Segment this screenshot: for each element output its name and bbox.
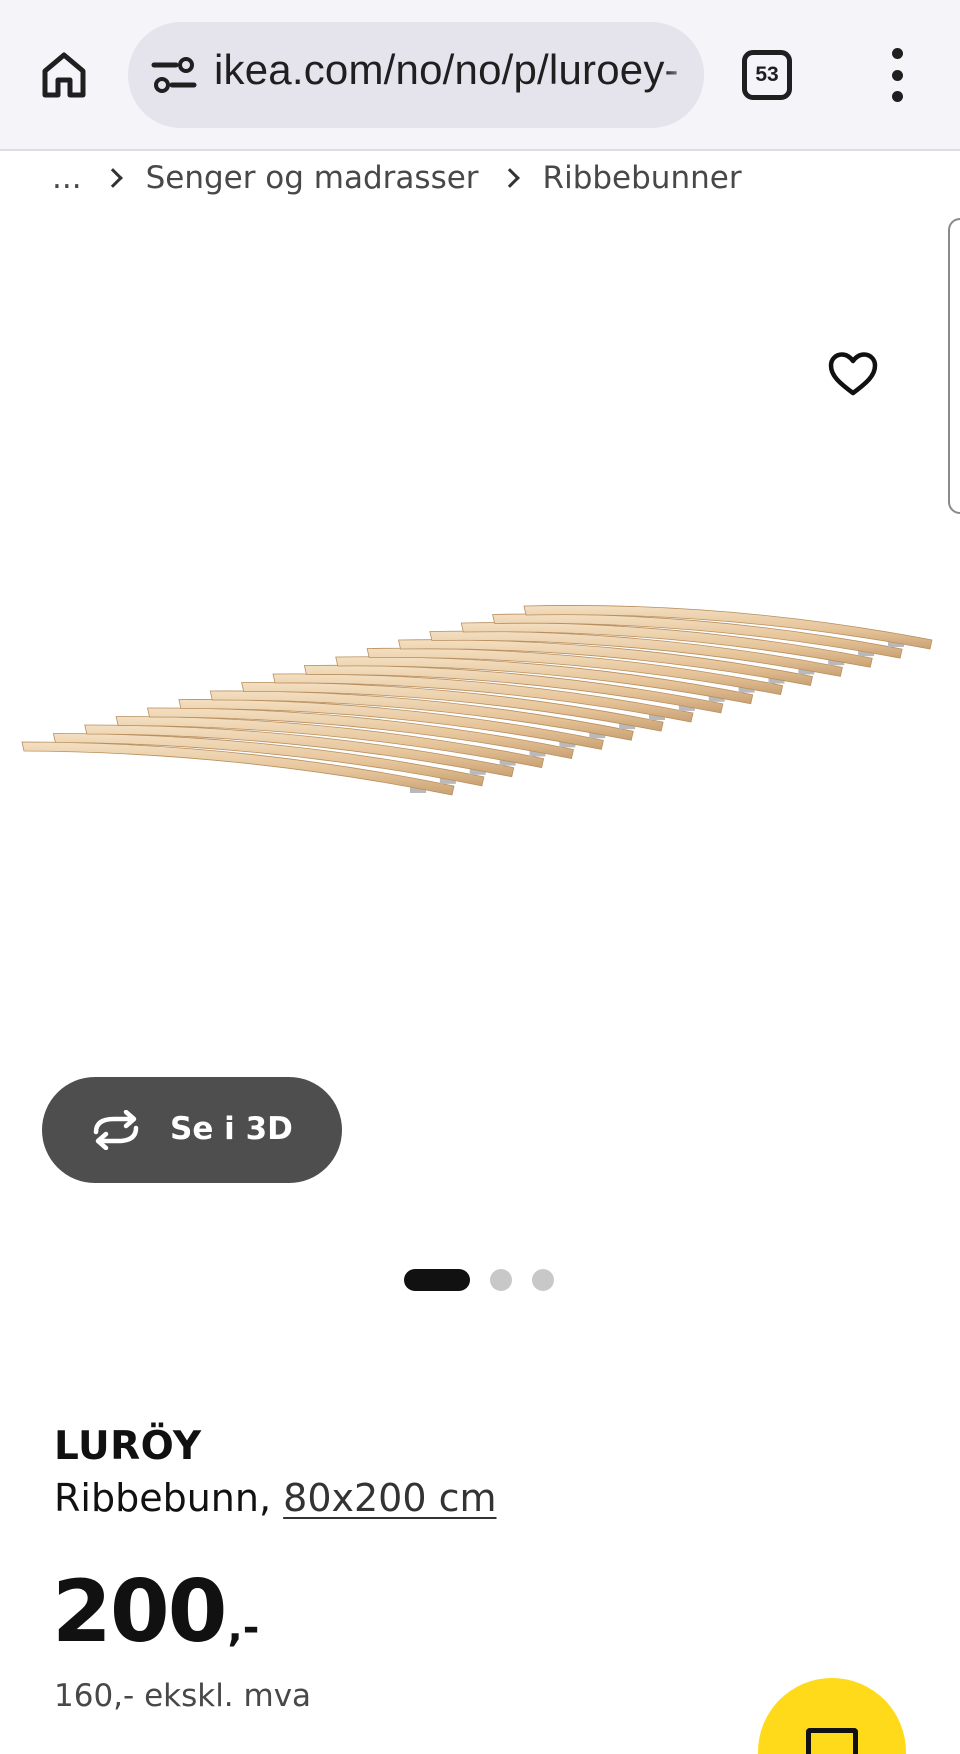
chevron-right-icon bbox=[102, 168, 123, 188]
tab-count: 53 bbox=[755, 63, 779, 86]
price-excl-vat: 160,- ekskl. mva bbox=[54, 1678, 312, 1714]
more-vert-icon[interactable] bbox=[872, 48, 922, 102]
url-fade bbox=[664, 22, 704, 128]
view-in-3d-label: Se i 3D bbox=[170, 1111, 293, 1147]
rotate-3d-icon bbox=[93, 1110, 139, 1150]
carousel-dot-3[interactable] bbox=[532, 1269, 554, 1291]
url-text[interactable]: ikea.com/no/no/p/luroey- bbox=[214, 46, 704, 94]
carousel-dot-2[interactable] bbox=[490, 1269, 512, 1291]
breadcrumb: ... Senger og madrasser Ribbebunner bbox=[52, 156, 742, 200]
tune-icon[interactable] bbox=[150, 55, 198, 95]
chevron-right-icon bbox=[499, 168, 520, 188]
favourite-button[interactable] bbox=[822, 346, 884, 402]
menu-dot bbox=[891, 48, 903, 59]
breadcrumb-item-beds[interactable]: Senger og madrasser bbox=[146, 160, 479, 196]
menu-dot bbox=[891, 91, 903, 102]
breadcrumb-ellipsis[interactable]: ... bbox=[52, 160, 82, 196]
home-icon bbox=[42, 52, 86, 98]
side-panel-handle[interactable] bbox=[948, 218, 960, 514]
view-in-3d-button[interactable]: Se i 3D bbox=[42, 1077, 342, 1183]
heart-icon bbox=[828, 352, 878, 396]
price-suffix: ,- bbox=[227, 1605, 260, 1651]
home-button[interactable] bbox=[36, 46, 92, 102]
price-integer: 200 bbox=[52, 1562, 228, 1662]
address-bar[interactable]: ikea.com/no/no/p/luroey- bbox=[128, 22, 704, 128]
product-description: Ribbebunn, 80x200 cm bbox=[54, 1476, 497, 1520]
product-image-slatted-base[interactable] bbox=[14, 596, 948, 896]
browser-toolbar: ikea.com/no/no/p/luroey- 53 bbox=[0, 0, 960, 151]
product-name: LURÖY bbox=[54, 1424, 202, 1469]
image-carousel-indicator bbox=[404, 1268, 554, 1292]
add-to-cart-button[interactable] bbox=[758, 1678, 906, 1754]
menu-dot bbox=[891, 69, 903, 81]
breadcrumb-item-slatted-bases[interactable]: Ribbebunner bbox=[543, 160, 742, 196]
product-type: Ribbebunn, bbox=[54, 1476, 272, 1520]
carousel-dot-1[interactable] bbox=[404, 1269, 470, 1291]
shopping-bag-icon bbox=[806, 1728, 858, 1754]
product-size-link[interactable]: 80x200 cm bbox=[283, 1476, 496, 1520]
tab-switcher-button[interactable]: 53 bbox=[742, 50, 792, 100]
product-price: 200 ,- bbox=[52, 1562, 259, 1662]
